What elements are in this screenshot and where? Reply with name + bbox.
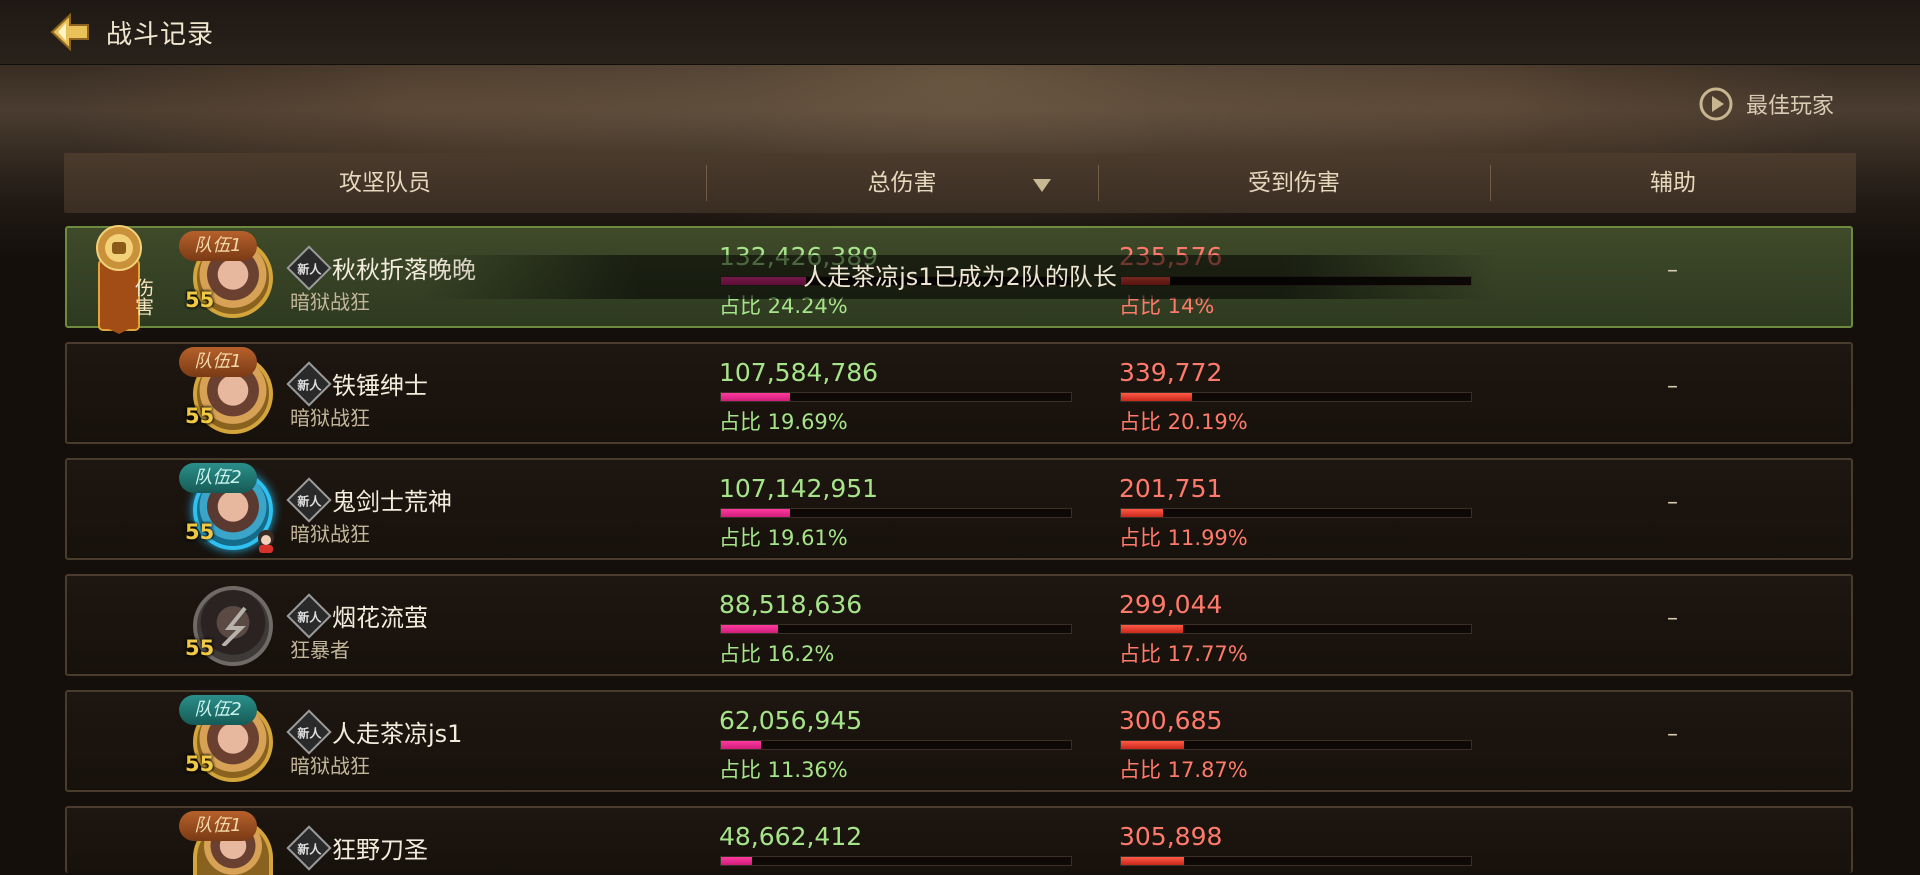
play-icon: [1699, 87, 1733, 121]
player-name: 烟花流萤: [332, 604, 428, 632]
player-name: 铁锤绅士: [332, 372, 428, 400]
damage-percent: 占比 19.69%: [719, 410, 848, 434]
team-tag: 队伍2: [179, 463, 257, 493]
assist-value: –: [1667, 490, 1678, 515]
taken-value: 305,898: [1119, 822, 1223, 851]
page-title: 战斗记录: [106, 20, 215, 50]
taken-bar: [1120, 508, 1472, 518]
taken-value: 339,772: [1119, 358, 1223, 387]
level: 55: [185, 404, 215, 428]
table-row[interactable]: 队伍1 55 新人 铁锤绅士 暗狱战狂 107,584,786 占比 19.69…: [65, 342, 1853, 444]
damage-value: 107,142,951: [719, 474, 879, 503]
table-row[interactable]: 队伍2 55 新人 鬼剑士荒神 暗狱战狂 107,142,951 占比 19.6…: [65, 458, 1853, 560]
table-row[interactable]: 队伍2 55 新人 人走茶凉js1 暗狱战狂 62,056,945 占比 11.…: [65, 690, 1853, 792]
damage-bar: [720, 508, 1072, 518]
damage-bar-fill: [721, 509, 790, 517]
column-damage-taken[interactable]: 受到伤害: [1098, 153, 1490, 213]
taken-bar-fill: [1121, 741, 1184, 749]
assist-value: –: [1667, 374, 1678, 399]
damage-bar-fill: [721, 393, 790, 401]
taken-bar-fill: [1121, 393, 1192, 401]
new-player-badge: 新人: [286, 477, 332, 523]
taken-value: 201,751: [1119, 474, 1223, 503]
damage-bar: [720, 740, 1072, 750]
player-class: 暗狱战狂: [290, 522, 370, 546]
broken-icon: [221, 606, 247, 646]
damage-bar-fill: [721, 741, 761, 749]
medal-label: 伤害: [132, 278, 154, 316]
title-bar: 战斗记录: [0, 0, 1920, 65]
team-tag: 队伍1: [179, 347, 257, 377]
damage-bar: [720, 856, 1072, 866]
taken-percent: 占比 17.87%: [1119, 758, 1248, 782]
level: 55: [185, 752, 215, 776]
taken-bar: [1120, 740, 1472, 750]
player-class: 狂暴者: [290, 638, 350, 662]
best-player-label: 最佳玩家: [1746, 94, 1835, 119]
taken-bar-fill: [1121, 857, 1184, 865]
assist-value: –: [1667, 606, 1678, 631]
taken-bar-fill: [1121, 509, 1163, 517]
assist-value: –: [1667, 258, 1678, 283]
taken-value: 299,044: [1119, 590, 1223, 619]
taken-percent: 占比 20.19%: [1119, 410, 1248, 434]
table-row[interactable]: 队伍1 新人 狂野刀圣 48,662,412 305,898: [65, 806, 1853, 875]
taken-bar: [1120, 624, 1472, 634]
player-name: 人走茶凉js1: [332, 720, 463, 748]
back-arrow-icon[interactable]: [48, 12, 92, 52]
taken-percent: 占比 11.99%: [1119, 526, 1248, 550]
taken-bar: [1120, 856, 1472, 866]
player-class: 暗狱战狂: [290, 290, 370, 314]
level: 55: [185, 288, 215, 312]
player-name: 鬼剑士荒神: [332, 488, 452, 516]
damage-bar-fill: [721, 625, 778, 633]
player-class: 暗狱战狂: [290, 754, 370, 778]
taken-value: 300,685: [1119, 706, 1223, 735]
column-member: 攻坚队员: [339, 170, 431, 196]
damage-value: 88,518,636: [719, 590, 863, 619]
new-player-badge: 新人: [286, 709, 332, 755]
damage-percent: 占比 19.61%: [719, 526, 848, 550]
new-player-badge: 新人: [286, 593, 332, 639]
damage-value: 107,584,786: [719, 358, 879, 387]
new-player-badge: 新人: [286, 825, 332, 871]
sort-desc-icon[interactable]: [1033, 179, 1051, 192]
level: 55: [185, 520, 215, 544]
table-header: 攻坚队员 总伤害 受到伤害 辅助: [64, 153, 1856, 213]
taken-percent: 占比 17.77%: [1119, 642, 1248, 666]
taken-bar-fill: [1121, 625, 1184, 633]
new-player-badge: 新人: [286, 245, 332, 291]
pet-icon: [258, 530, 274, 553]
team-tag: 队伍1: [179, 811, 257, 841]
player-name: 狂野刀圣: [332, 836, 428, 864]
toast-notification: 人走茶凉js1已成为2队的队长: [420, 255, 1500, 299]
level: 55: [185, 636, 215, 660]
damage-bar: [720, 624, 1072, 634]
damage-value: 62,056,945: [719, 706, 863, 735]
damage-bar: [720, 392, 1072, 402]
new-player-badge: 新人: [286, 361, 332, 407]
team-tag: 队伍2: [179, 695, 257, 725]
column-assist[interactable]: 辅助: [1490, 153, 1856, 213]
taken-bar: [1120, 392, 1472, 402]
table-row[interactable]: 55 新人 烟花流萤 狂暴者 88,518,636 占比 16.2% 299,0…: [65, 574, 1853, 676]
team-tag: 队伍1: [179, 231, 257, 261]
damage-value: 48,662,412: [719, 822, 863, 851]
damage-percent: 占比 11.36%: [719, 758, 848, 782]
damage-bar-fill: [721, 857, 753, 865]
player-class: 暗狱战狂: [290, 406, 370, 430]
best-player-button[interactable]: 最佳玩家: [1698, 84, 1834, 124]
damage-percent: 占比 16.2%: [719, 642, 835, 666]
assist-value: –: [1667, 722, 1678, 747]
